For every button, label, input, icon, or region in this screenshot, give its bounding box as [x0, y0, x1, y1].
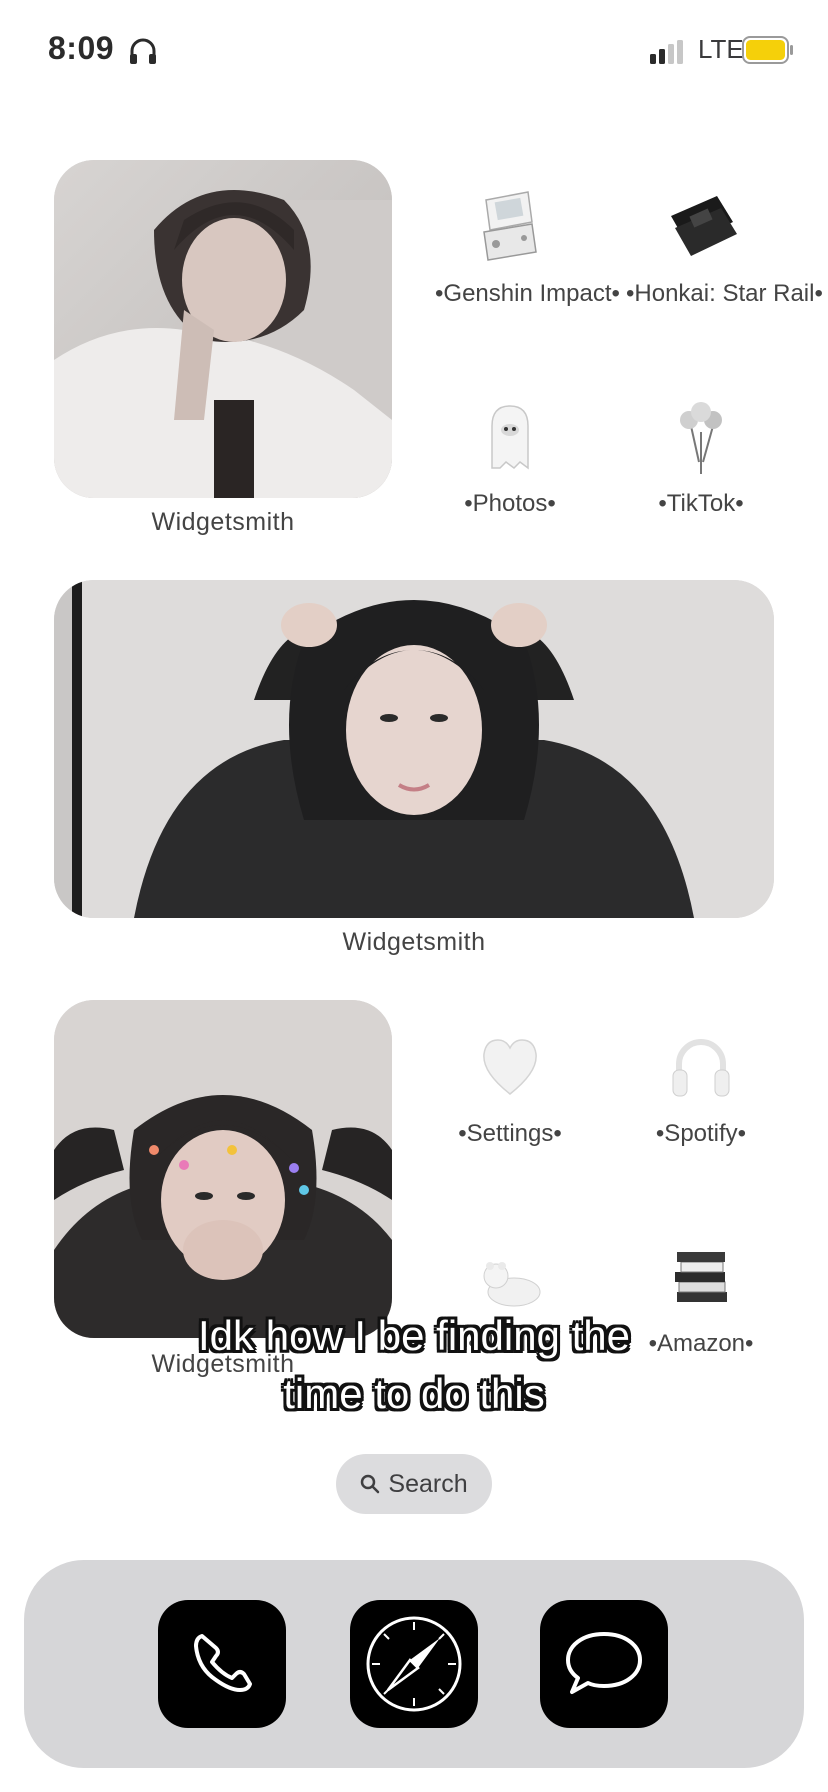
app-label: •Spotify• [655, 1120, 747, 1147]
app-label: •Settings• [458, 1120, 562, 1147]
app-honkai-star-rail[interactable]: •Honkai: Star Rail• [626, 182, 823, 308]
widget-label: Widgetsmith [151, 508, 295, 536]
search-label: Search [388, 1469, 468, 1498]
app-settings[interactable]: •Settings• [435, 1022, 585, 1148]
dock-app-safari[interactable] [350, 1600, 478, 1728]
network-type: LTE [698, 34, 744, 64]
app-label: •Genshin Impact• [435, 280, 620, 307]
headphones-status-icon [130, 38, 156, 64]
photo-peace-sign [54, 160, 392, 498]
app-spotify[interactable]: •Spotify• [626, 1022, 776, 1148]
dock-app-phone[interactable] [158, 1600, 286, 1728]
app-genshin-impact[interactable]: •Genshin Impact• [435, 182, 620, 308]
headphones-icon [672, 1039, 730, 1097]
signal-strength-icon [650, 40, 683, 64]
dock [24, 1560, 804, 1768]
app-label: •Honkai: Star Rail• [626, 280, 823, 307]
compass-icon [366, 1616, 462, 1712]
widget-label: Widgetsmith [342, 928, 486, 956]
app-photos[interactable]: •Photos• [435, 392, 585, 518]
photo-pigtails [54, 1000, 392, 1338]
battery-icon [742, 36, 793, 64]
ghost-plush-icon [491, 405, 529, 470]
video-caption-line-2: time to do this [283, 1370, 545, 1417]
message-bubble-icon [566, 1632, 642, 1694]
app-tiktok[interactable]: •TikTok• [626, 392, 776, 518]
widgetsmith-photo-widget-bottom[interactable] [54, 1000, 392, 1338]
roses-bouquet-icon [680, 402, 722, 474]
dock-app-messages[interactable] [540, 1600, 668, 1728]
phone-icon [194, 1634, 252, 1692]
search-icon [361, 1474, 380, 1494]
3ds-console-icon [483, 191, 537, 261]
widgetsmith-photo-widget-middle[interactable] [54, 580, 774, 918]
app-label: •Photos• [464, 490, 556, 517]
plush-bear-icon [483, 1262, 541, 1307]
black-handheld-console-icon [671, 196, 737, 256]
app-label: •TikTok• [658, 490, 744, 517]
book-stack-icon [675, 1252, 727, 1302]
video-caption-line-1: Idk how I be finding the [198, 1312, 630, 1359]
status-time: 8:09 [48, 30, 115, 66]
spotlight-search-button[interactable]: Search [336, 1454, 492, 1514]
heart-icon [483, 1039, 537, 1095]
photo-hair-pull [54, 580, 774, 918]
widgetsmith-photo-widget-top[interactable] [54, 160, 392, 498]
